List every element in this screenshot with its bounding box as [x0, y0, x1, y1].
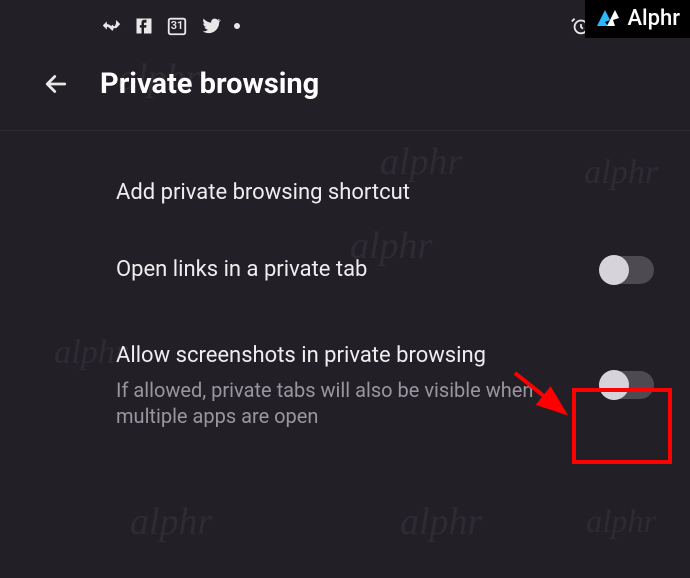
- settings-list: Add private browsing shortcut Open links…: [0, 131, 690, 453]
- toggle-knob: [599, 370, 629, 400]
- header: Private browsing: [0, 48, 690, 131]
- setting-description: If allowed, private tabs will also be vi…: [116, 377, 580, 429]
- setting-text: Add private browsing shortcut: [116, 179, 654, 208]
- watermark: alphr: [130, 500, 212, 544]
- calendar-day-icon: 31: [166, 15, 188, 37]
- twitter-icon: [200, 15, 222, 37]
- setting-text: Allow screenshots in private browsing If…: [116, 342, 580, 429]
- alphr-label: Alphr: [627, 6, 680, 31]
- setting-open-links-private[interactable]: Open links in a private tab: [116, 232, 654, 309]
- toggle-open-links-private[interactable]: [600, 256, 654, 284]
- setting-title: Open links in a private tab: [116, 256, 580, 285]
- setting-title: Add private browsing shortcut: [116, 179, 654, 208]
- toggle-allow-screenshots[interactable]: [600, 371, 654, 399]
- facebook-icon: [134, 16, 154, 36]
- watermark: alphr: [586, 503, 656, 540]
- calendar-day-label: 31: [166, 19, 188, 32]
- alphr-logo-icon: [593, 4, 621, 32]
- setting-text: Open links in a private tab: [116, 256, 580, 285]
- alphr-badge: Alphr: [585, 0, 690, 38]
- missed-call-icon: [100, 15, 122, 37]
- page-title: Private browsing: [100, 67, 319, 101]
- setting-title: Allow screenshots in private browsing: [116, 342, 580, 371]
- setting-allow-screenshots[interactable]: Allow screenshots in private browsing If…: [116, 308, 654, 453]
- setting-add-shortcut[interactable]: Add private browsing shortcut: [116, 155, 654, 232]
- status-left: 31: [100, 15, 240, 37]
- back-button[interactable]: [36, 64, 76, 104]
- dot-icon: [234, 23, 240, 29]
- back-arrow-icon: [41, 69, 71, 99]
- toggle-knob: [599, 255, 629, 285]
- watermark: alphr: [400, 500, 482, 544]
